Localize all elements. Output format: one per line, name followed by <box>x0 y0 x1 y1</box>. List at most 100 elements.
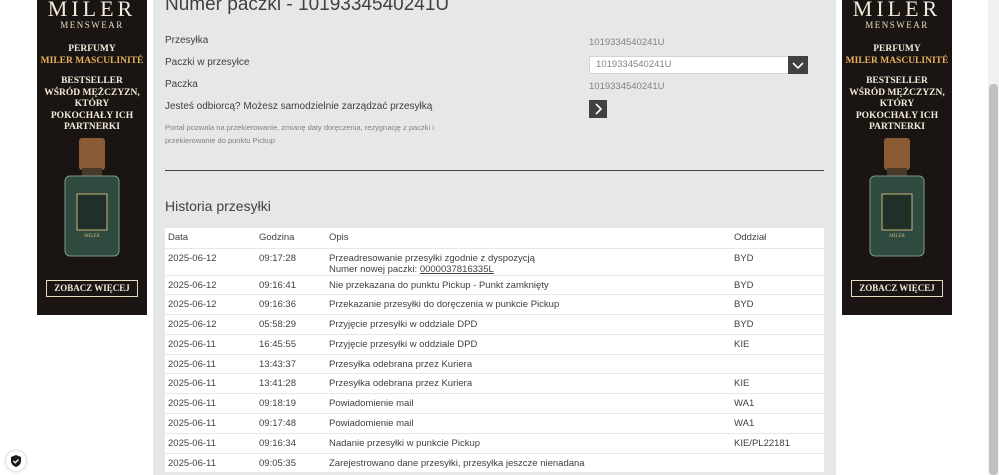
row-time: 09:17:28 <box>256 248 326 276</box>
table-row: 2025-06-11 13:41:28 Przesyłka odebrana prz… <box>165 373 824 395</box>
row-description: Przesyłka odebrana przez Kuriera <box>326 373 731 395</box>
ad-line1: PERFUMY <box>873 44 921 54</box>
ad-brand-sub: MENSWEAR <box>60 20 124 30</box>
table-row: 2025-06-12 09:17:28 Przeadresowanie przesy… <box>165 248 824 276</box>
row-description: Nie przekazana do punktu Pickup - Punkt … <box>326 275 731 296</box>
row-branch: KIE <box>731 373 824 395</box>
divider <box>165 170 824 171</box>
table-row: 2025-06-11 09:05:35 Zarejestrowano dane pr… <box>165 453 824 474</box>
chevron-right-icon <box>595 103 603 115</box>
table-row: 2025-06-11 16:45:55 Przyjęcie przesyłki w … <box>165 334 824 355</box>
ad-cta-button[interactable]: ZOBACZ WIĘCEJ <box>46 280 138 297</box>
packages-select-value: 1019334540241U <box>596 59 672 70</box>
row-branch: WA1 <box>731 393 824 415</box>
shield-check-icon <box>11 455 21 467</box>
column-header: Oddział <box>731 228 824 249</box>
shipment-value: 1019334540241U <box>589 37 665 48</box>
perfume-bottle-image: MILER <box>64 138 120 257</box>
row-date: 2025-06-11 <box>165 393 256 415</box>
ad-brand: MILER <box>852 0 942 21</box>
row-date: 2025-06-11 <box>165 413 256 434</box>
table-row: 2025-06-11 09:17:48 Powiadomienie mail WA1 <box>165 413 824 434</box>
row-description: Zarejestrowano dane przesyłki, przesyłka… <box>326 453 731 474</box>
row-time: 13:43:37 <box>256 354 326 375</box>
row-date: 2025-06-12 <box>165 248 256 276</box>
row-time: 05:58:29 <box>256 314 326 335</box>
ad-line2: MILER MASCULINITÉ <box>40 56 144 66</box>
row-date: 2025-06-12 <box>165 314 256 335</box>
new-package-label: Numer nowej paczki: <box>329 263 420 275</box>
scrollbar[interactable] <box>988 0 999 475</box>
tracking-panel: Numer paczki - 1019334540241U Przesyłka … <box>153 0 836 475</box>
row-time: 09:05:35 <box>256 453 326 474</box>
table-row: 2025-06-11 09:18:19 Powiadomienie mail WA1 <box>165 393 824 415</box>
row-date: 2025-06-11 <box>165 433 256 454</box>
row-time: 09:17:48 <box>256 413 326 434</box>
row-date: 2025-06-12 <box>165 275 256 296</box>
row-description: Przeadresowanie przesyłki zgodnie z dysp… <box>326 248 731 276</box>
ad-line2: MILER MASCULINITÉ <box>845 56 949 66</box>
row-description: Nadanie przesyłki w punkcie Pickup <box>326 433 731 454</box>
row-branch: BYD <box>731 275 824 296</box>
ad-brand: MILER <box>47 0 137 21</box>
column-header: Data <box>165 228 256 249</box>
row-branch: BYD <box>731 248 824 276</box>
shipment-label: Przesyłka <box>165 35 209 46</box>
history-title: Historia przesyłki <box>165 198 271 214</box>
row-date: 2025-06-11 <box>165 354 256 375</box>
row-time: 09:16:36 <box>256 294 326 316</box>
svg-text:MILER: MILER <box>889 234 905 239</box>
scrollbar-thumb[interactable] <box>989 84 998 475</box>
package-value: 1019334540241U <box>589 81 665 92</box>
history-table: Data Godzina Opis Oddział 2025-06-12 09:1… <box>165 228 824 474</box>
table-row: 2025-06-12 09:16:41 Nie przekazana do punk… <box>165 275 824 296</box>
manage-shipment-button[interactable] <box>589 100 607 118</box>
row-date: 2025-06-11 <box>165 373 256 395</box>
privacy-badge[interactable] <box>6 451 26 471</box>
perfume-bottle-image: MILER <box>869 138 925 257</box>
row-branch: BYD <box>731 314 824 335</box>
row-branch <box>731 453 824 474</box>
page-title: Numer paczki - 1019334540241U <box>165 0 450 15</box>
ad-banner-left[interactable]: MILER MENSWEAR PERFUMY MILER MASCULINITÉ… <box>37 0 147 315</box>
row-branch <box>731 354 824 375</box>
ad-cta-button[interactable]: ZOBACZ WIĘCEJ <box>851 280 943 297</box>
table-row: 2025-06-11 13:43:37 Przesyłka odebrana prz… <box>165 354 824 375</box>
row-time: 09:16:41 <box>256 275 326 296</box>
row-date: 2025-06-11 <box>165 453 256 474</box>
row-branch: BYD <box>731 294 824 316</box>
package-label: Paczka <box>165 79 198 90</box>
column-header: Opis <box>326 228 731 249</box>
row-description: Powiadomienie mail <box>326 393 731 415</box>
row-branch: KIE/PL22181 <box>731 433 824 454</box>
ad-slogan: BESTSELLER WŚRÓD MĘŻCZYZN, KTÓRY POKOCHA… <box>849 76 945 132</box>
row-description-sub: Numer nowej paczki: 0000037816335L <box>329 264 731 275</box>
portal-hint: Portal pozwala na przekierowanie, zmianę… <box>165 123 434 145</box>
row-description-text: Przeadresowanie przesyłki zgodnie z dysp… <box>329 252 535 264</box>
ad-brand-sub: MENSWEAR <box>865 20 929 30</box>
row-time: 13:41:28 <box>256 373 326 395</box>
ad-line1: PERFUMY <box>68 44 116 54</box>
row-time: 16:45:55 <box>256 334 326 355</box>
row-description: Przyjęcie przesyłki w oddziale DPD <box>326 314 731 335</box>
table-row: 2025-06-11 09:16:34 Nadanie przesyłki w pu… <box>165 433 824 454</box>
new-package-link[interactable]: 0000037816335L <box>420 264 494 275</box>
row-date: 2025-06-11 <box>165 334 256 355</box>
row-time: 09:18:19 <box>256 393 326 415</box>
ad-slogan: BESTSELLER WŚRÓD MĘŻCZYZN, KTÓRY POKOCHA… <box>44 76 140 132</box>
packages-select[interactable]: 1019334540241U <box>589 56 808 74</box>
row-branch: WA1 <box>731 413 824 434</box>
table-row: 2025-06-12 05:58:29 Przyjęcie przesyłki w … <box>165 314 824 335</box>
row-date: 2025-06-12 <box>165 294 256 316</box>
recipient-label: Jesteś odbiorcą? Możesz samodzielnie zar… <box>165 101 433 112</box>
table-row: 2025-06-12 09:16:36 Przekazanie przesyłki … <box>165 294 824 316</box>
row-time: 09:16:34 <box>256 433 326 454</box>
row-branch: KIE <box>731 334 824 355</box>
ad-banner-right[interactable]: MILER MENSWEAR PERFUMY MILER MASCULINITÉ… <box>842 0 952 315</box>
packages-label: Paczki w przesyłce <box>165 57 250 68</box>
row-description: Przekazanie przesyłki do doręczenia w pu… <box>326 294 731 316</box>
row-description: Przesyłka odebrana przez Kuriera <box>326 354 731 375</box>
chevron-down-icon[interactable] <box>788 56 808 74</box>
history-header-row: Data Godzina Opis Oddział <box>165 228 824 249</box>
column-header: Godzina <box>256 228 326 249</box>
